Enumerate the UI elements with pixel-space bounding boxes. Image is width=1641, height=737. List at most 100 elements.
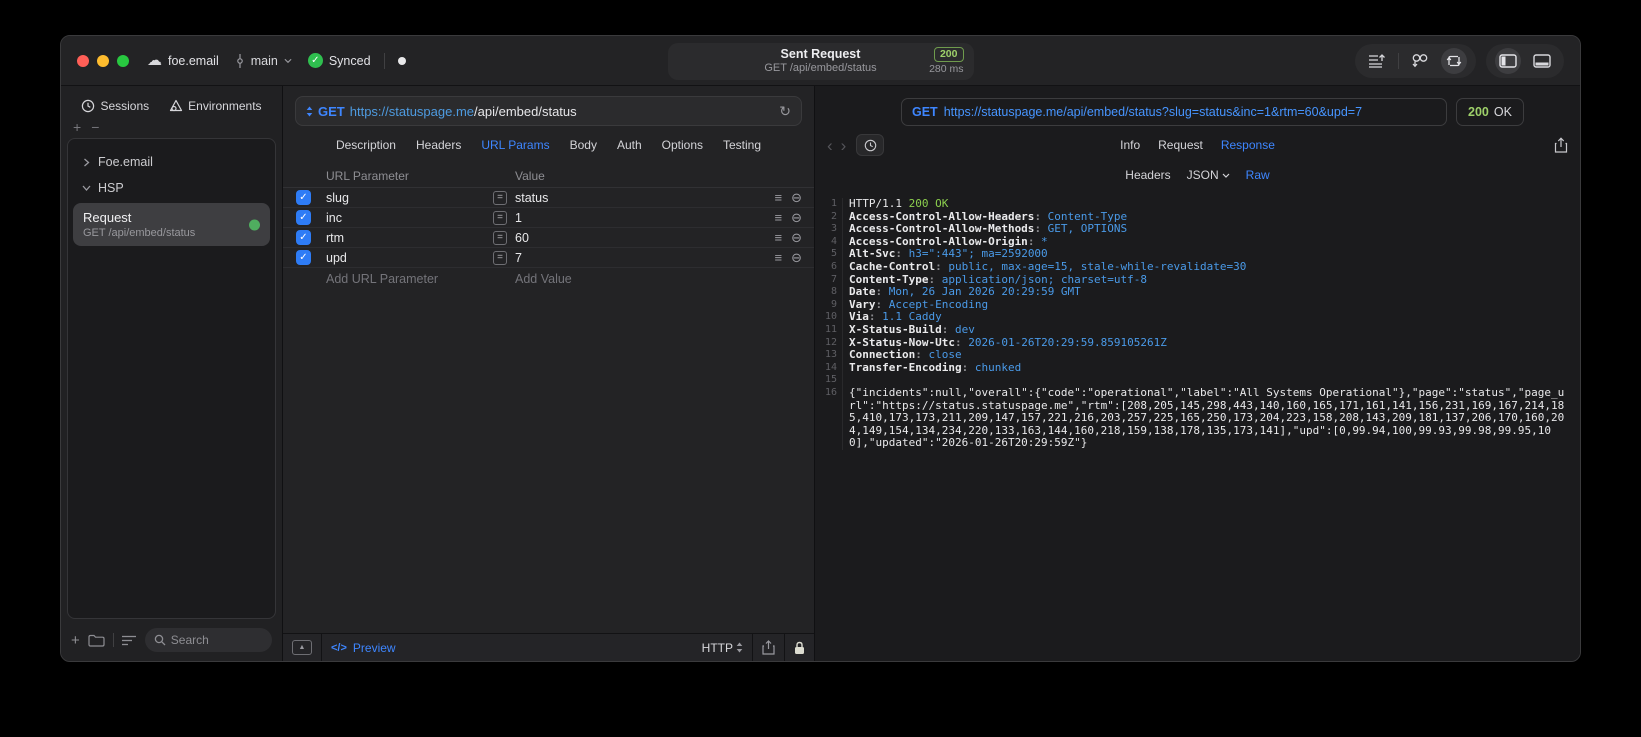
clock-icon bbox=[82, 99, 95, 113]
row-options-icon[interactable]: ≡ bbox=[775, 250, 783, 266]
history-button[interactable] bbox=[856, 134, 885, 156]
row-remove-icon[interactable]: ⊖ bbox=[791, 190, 802, 206]
sent-request-title: Sent Request bbox=[780, 46, 861, 61]
param-name[interactable]: rtm bbox=[326, 231, 493, 245]
remove-session-button[interactable]: − bbox=[91, 120, 99, 136]
request-status-capsule[interactable]: Sent Request GET /api/embed/status 200 2… bbox=[667, 43, 974, 80]
request-method[interactable]: GET bbox=[318, 104, 345, 119]
response-tab-response[interactable]: Response bbox=[1221, 138, 1275, 152]
toggle-bottom-panel-button[interactable] bbox=[1529, 48, 1555, 74]
response-subtab-raw[interactable]: Raw bbox=[1246, 168, 1270, 182]
new-folder-icon[interactable] bbox=[88, 634, 105, 647]
add-request-button[interactable]: + bbox=[71, 633, 80, 648]
add-param-placeholder[interactable]: Add URL Parameter bbox=[326, 272, 515, 286]
param-value[interactable]: 60 bbox=[515, 231, 775, 245]
project-menu[interactable]: ☁ foe.email bbox=[147, 53, 219, 68]
response-tabs: Info Request Response bbox=[1120, 138, 1275, 152]
add-session-button[interactable]: + bbox=[73, 120, 81, 136]
chevron-down-icon bbox=[284, 58, 292, 63]
share-icon[interactable] bbox=[762, 640, 775, 655]
history-back-button[interactable]: ‹ bbox=[827, 137, 833, 154]
sequence-button[interactable] bbox=[1364, 48, 1390, 74]
preview-button[interactable]: </> Preview bbox=[331, 641, 396, 655]
param-value[interactable]: status bbox=[515, 191, 775, 205]
request-tab-headers[interactable]: Headers bbox=[416, 138, 461, 152]
branch-menu[interactable]: main bbox=[235, 53, 292, 68]
param-checkbox[interactable]: ✓ bbox=[296, 230, 311, 245]
request-list-item-selected[interactable]: Request GET /api/embed/status bbox=[73, 203, 270, 246]
export-response-button[interactable] bbox=[1554, 137, 1568, 153]
toggle-sidebar-button[interactable] bbox=[1495, 47, 1521, 74]
param-row[interactable]: ✓ rtm = 60 ≡ ⊖ bbox=[283, 228, 814, 248]
repeat-request-button[interactable] bbox=[1441, 47, 1467, 74]
row-options-icon[interactable]: ≡ bbox=[775, 230, 783, 246]
raw-response-view[interactable]: 1 HTTP/1.1 200 OK 2 Access-Control-Allow-He… bbox=[815, 188, 1580, 661]
param-name[interactable]: upd bbox=[326, 251, 493, 265]
request-tab-url-params[interactable]: URL Params bbox=[481, 138, 549, 152]
response-tab-request[interactable]: Request bbox=[1158, 138, 1203, 152]
row-options-icon[interactable]: ≡ bbox=[775, 190, 783, 206]
response-pane: GET https://statuspage.me/api/embed/stat… bbox=[815, 86, 1580, 661]
http-version-select[interactable]: HTTP bbox=[702, 641, 743, 655]
param-name[interactable]: slug bbox=[326, 191, 493, 205]
header-value: close bbox=[921, 348, 962, 362]
param-row[interactable]: ✓ slug = status ≡ ⊖ bbox=[283, 188, 814, 208]
sessions-label: Sessions bbox=[100, 99, 150, 113]
response-url: https://statuspage.me/api/embed/status?s… bbox=[943, 105, 1363, 119]
row-remove-icon[interactable]: ⊖ bbox=[791, 230, 802, 246]
zoom-window-button[interactable] bbox=[117, 54, 129, 67]
title-bar: ☁ foe.email main ✓ Synced Sent Request G… bbox=[61, 36, 1580, 86]
request-tab-auth[interactable]: Auth bbox=[617, 138, 642, 152]
request-tab-body[interactable]: Body bbox=[570, 138, 597, 152]
request-tab-testing[interactable]: Testing bbox=[723, 138, 761, 152]
header-name: Access-Control-Allow-Origin bbox=[849, 234, 1028, 248]
request-success-dot-icon bbox=[249, 219, 260, 230]
header-value: public, max-age=15, stale-while-revalida… bbox=[941, 259, 1247, 273]
header-value: Accept-Encoding bbox=[882, 297, 989, 311]
code-icon: </> bbox=[331, 641, 347, 654]
close-window-button[interactable] bbox=[77, 54, 89, 67]
request-tab-options[interactable]: Options bbox=[662, 138, 703, 152]
history-forward-button[interactable]: › bbox=[841, 137, 847, 154]
equals-icon: = bbox=[493, 250, 507, 265]
lock-icon[interactable] bbox=[794, 641, 805, 655]
row-remove-icon[interactable]: ⊖ bbox=[791, 210, 802, 226]
param-value[interactable]: 1 bbox=[515, 211, 775, 225]
param-checkbox[interactable]: ✓ bbox=[296, 190, 311, 205]
response-subtab-json[interactable]: JSON bbox=[1187, 168, 1230, 182]
response-tab-info[interactable]: Info bbox=[1120, 138, 1140, 152]
param-row[interactable]: ✓ inc = 1 ≡ ⊖ bbox=[283, 208, 814, 228]
sync-status[interactable]: ✓ Synced bbox=[307, 53, 371, 68]
param-value[interactable]: 7 bbox=[515, 251, 775, 265]
header-name: Transfer-Encoding bbox=[849, 360, 962, 374]
sort-list-icon[interactable] bbox=[121, 635, 137, 646]
cloud-icon: ☁ bbox=[147, 52, 162, 69]
search-icon bbox=[154, 634, 166, 646]
row-remove-icon[interactable]: ⊖ bbox=[791, 250, 802, 266]
row-options-icon[interactable]: ≡ bbox=[775, 210, 783, 226]
add-param-row[interactable]: Add URL Parameter Add Value bbox=[283, 268, 814, 290]
param-row[interactable]: ✓ upd = 7 ≡ ⊖ bbox=[283, 248, 814, 268]
tree-item-hsp[interactable]: HSP bbox=[68, 175, 275, 201]
response-subtab-headers[interactable]: Headers bbox=[1125, 168, 1170, 182]
expand-panel-button[interactable]: ▲ bbox=[292, 640, 312, 655]
flow-button[interactable] bbox=[1407, 48, 1433, 74]
tree-item-foe-email[interactable]: Foe.email bbox=[68, 149, 275, 175]
toolbar-group-panels bbox=[1486, 43, 1564, 78]
sidebar-tab-sessions[interactable]: Sessions bbox=[81, 99, 149, 113]
request-tab-description[interactable]: Description bbox=[336, 138, 396, 152]
url-params-table: URL Parameter Value ✓ slug = status ≡ ⊖ ✓ inc = 1… bbox=[283, 164, 814, 633]
response-url-box[interactable]: GET https://statuspage.me/api/embed/stat… bbox=[901, 98, 1447, 126]
sidebar-tab-environments[interactable]: Environments bbox=[169, 99, 262, 113]
minimize-window-button[interactable] bbox=[97, 54, 109, 67]
param-name[interactable]: inc bbox=[326, 211, 493, 225]
add-value-placeholder[interactable]: Add Value bbox=[515, 272, 572, 286]
request-url-bar[interactable]: GET https://statuspage.me/api/embed/stat… bbox=[295, 96, 802, 126]
column-header-value: Value bbox=[515, 168, 545, 183]
request-url[interactable]: https://statuspage.me/api/embed/status bbox=[350, 104, 577, 119]
search-input[interactable]: Search bbox=[144, 628, 272, 652]
send-request-icon[interactable]: ↻ bbox=[779, 103, 791, 120]
param-checkbox[interactable]: ✓ bbox=[296, 250, 311, 265]
param-checkbox[interactable]: ✓ bbox=[296, 210, 311, 225]
param-row-icons: ≡ ⊖ bbox=[775, 230, 803, 246]
